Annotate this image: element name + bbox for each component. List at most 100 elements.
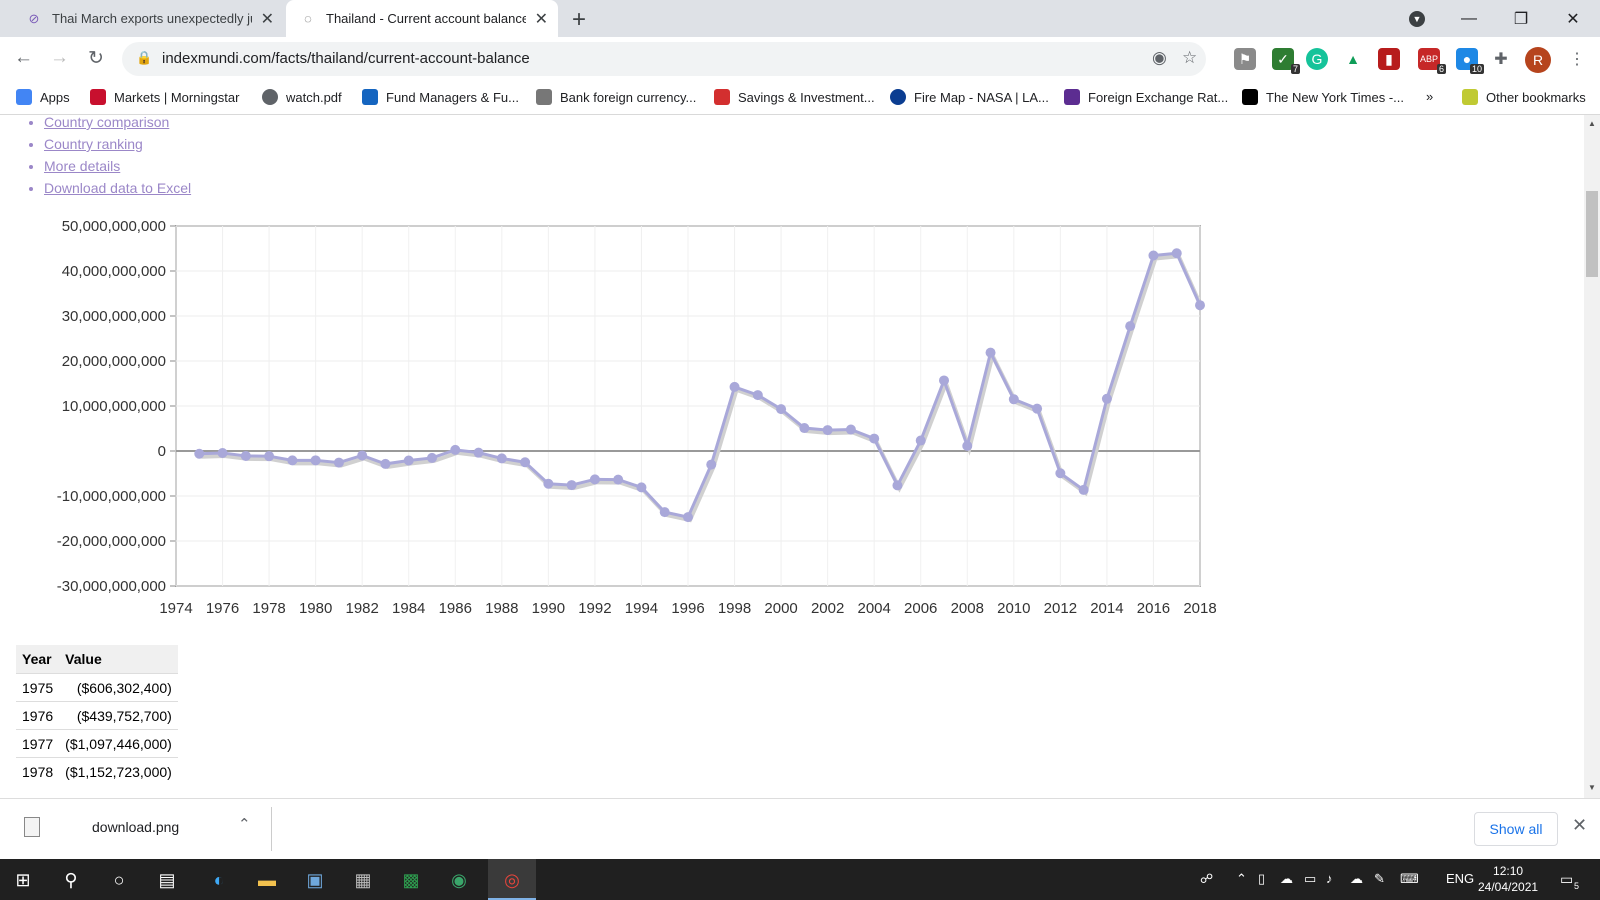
data-point[interactable]: [194, 448, 205, 459]
extension-shield-icon[interactable]: ✓ 7: [1272, 48, 1300, 74]
bookmark-nyt[interactable]: The New York Times -...: [1242, 89, 1404, 105]
reload-icon[interactable]: ↻: [88, 47, 104, 70]
data-point[interactable]: [659, 507, 670, 518]
data-point[interactable]: [1125, 321, 1136, 332]
data-point[interactable]: [915, 435, 926, 446]
profile-avatar[interactable]: R: [1525, 47, 1551, 73]
data-point[interactable]: [473, 447, 484, 458]
back-icon[interactable]: ←: [14, 47, 33, 69]
data-point[interactable]: [264, 451, 275, 462]
link-country-ranking[interactable]: Country ranking: [44, 136, 143, 152]
data-point[interactable]: [683, 512, 693, 523]
extension-book-icon[interactable]: ▮: [1378, 48, 1400, 70]
minimize-button[interactable]: —: [1446, 0, 1492, 37]
language-indicator[interactable]: ENG: [1446, 871, 1474, 886]
calculator-icon[interactable]: ▦: [350, 867, 376, 893]
data-point[interactable]: [729, 381, 740, 392]
data-point[interactable]: [892, 480, 903, 491]
data-point[interactable]: [589, 474, 600, 485]
lock-icon[interactable]: 🔒: [136, 50, 152, 66]
task-view-icon[interactable]: ▤: [154, 867, 180, 893]
close-icon[interactable]: ✕: [535, 9, 548, 29]
data-point[interactable]: [845, 424, 856, 435]
bookmark-savings[interactable]: Savings & Investment...: [714, 89, 875, 105]
data-point[interactable]: [450, 444, 461, 455]
data-point[interactable]: [403, 455, 414, 466]
scroll-down-icon[interactable]: ▼: [1588, 783, 1596, 792]
data-point[interactable]: [869, 433, 880, 444]
data-point[interactable]: [566, 480, 577, 491]
data-point[interactable]: [1195, 300, 1205, 311]
data-point[interactable]: [357, 450, 368, 461]
other-bookmarks[interactable]: Other bookmarks: [1462, 89, 1586, 105]
onedrive-icon[interactable]: ☁: [1280, 871, 1293, 887]
clock[interactable]: 12:10 24/04/2021: [1478, 863, 1538, 895]
tab-current-account[interactable]: ◌ Thailand - Current account balance ✕: [286, 0, 558, 37]
data-point[interactable]: [333, 457, 344, 468]
data-point[interactable]: [776, 404, 787, 415]
link-country-comparison[interactable]: Country comparison: [44, 115, 169, 130]
data-point[interactable]: [1078, 484, 1089, 495]
data-point[interactable]: [496, 453, 507, 464]
data-point[interactable]: [799, 423, 810, 434]
data-point[interactable]: [822, 425, 833, 436]
bookmark-fx-rates[interactable]: Foreign Exchange Rat...: [1064, 89, 1228, 105]
data-point[interactable]: [287, 455, 298, 466]
bookmark-watch-pdf[interactable]: watch.pdf: [262, 89, 342, 105]
scrollbar-thumb[interactable]: [1586, 191, 1598, 277]
network-icon[interactable]: ▭: [1304, 871, 1316, 887]
data-point[interactable]: [217, 447, 228, 458]
close-window-button[interactable]: ✕: [1550, 0, 1596, 37]
data-point[interactable]: [706, 459, 717, 470]
app-window-icon[interactable]: ▣: [302, 867, 328, 893]
url-text[interactable]: indexmundi.com/facts/thailand/current-ac…: [162, 50, 530, 67]
adblock-icon[interactable]: ABP 6: [1418, 48, 1446, 74]
close-icon[interactable]: ✕: [261, 9, 274, 29]
bookmark-fire-map[interactable]: Fire Map - NASA | LA...: [890, 89, 1049, 105]
keyboard-icon[interactable]: ⌨: [1400, 871, 1419, 887]
pen-icon[interactable]: ✎: [1374, 871, 1385, 887]
cortana-icon[interactable]: ○: [106, 867, 132, 893]
tab-thai-exports[interactable]: ⊘ Thai March exports unexpectedly ju ✕: [12, 0, 284, 37]
data-point[interactable]: [543, 478, 554, 489]
extension-counter-icon[interactable]: ● 10: [1456, 48, 1484, 74]
notifications-icon[interactable]: ▭: [1560, 871, 1573, 888]
data-point[interactable]: [1008, 394, 1019, 405]
data-point[interactable]: [1055, 468, 1066, 479]
data-point[interactable]: [1171, 248, 1182, 259]
volume-icon[interactable]: ♪: [1326, 871, 1333, 886]
data-point[interactable]: [752, 390, 763, 401]
data-point[interactable]: [1101, 393, 1112, 404]
bookmarks-overflow-button[interactable]: »: [1426, 89, 1433, 104]
tab-search-icon[interactable]: ▼: [1394, 0, 1440, 37]
people-icon[interactable]: ☍: [1200, 871, 1213, 887]
bookmark-star-icon[interactable]: ☆: [1182, 48, 1197, 68]
data-point[interactable]: [985, 347, 996, 358]
chevron-up-icon[interactable]: ⌃: [1236, 871, 1247, 887]
link-download-excel[interactable]: Download data to Excel: [44, 180, 191, 196]
bookmark-bank-fx[interactable]: Bank foreign currency...: [536, 89, 696, 105]
search-icon[interactable]: ⚲: [58, 867, 84, 893]
bookmark-apps[interactable]: Apps: [16, 89, 70, 105]
data-point[interactable]: [240, 450, 251, 461]
page-scrollbar[interactable]: ▲ ▼: [1584, 115, 1600, 798]
link-more-details[interactable]: More details: [44, 158, 120, 174]
file-explorer-icon[interactable]: ▬: [254, 867, 280, 893]
download-filename[interactable]: download.png: [92, 819, 179, 835]
grammarly-icon[interactable]: G: [1306, 48, 1328, 70]
address-bar[interactable]: 🔒 indexmundi.com/facts/thailand/current-…: [122, 42, 1206, 76]
data-point[interactable]: [1032, 403, 1043, 414]
show-all-button[interactable]: Show all: [1474, 812, 1558, 846]
restore-button[interactable]: ❐: [1498, 0, 1544, 37]
data-point[interactable]: [636, 482, 647, 493]
tray-app-icon[interactable]: ▯: [1258, 871, 1265, 887]
bookmark-fund-managers[interactable]: Fund Managers & Fu...: [362, 89, 519, 105]
tracking-off-icon[interactable]: ◉: [1152, 48, 1167, 68]
menu-kebab-icon[interactable]: ⋮: [1566, 48, 1588, 70]
data-point[interactable]: [962, 440, 973, 451]
data-point[interactable]: [380, 458, 391, 469]
chevron-up-icon[interactable]: ⌃: [238, 815, 251, 833]
data-point[interactable]: [310, 455, 321, 466]
data-point[interactable]: [1148, 250, 1159, 261]
forward-icon[interactable]: →: [50, 47, 69, 69]
